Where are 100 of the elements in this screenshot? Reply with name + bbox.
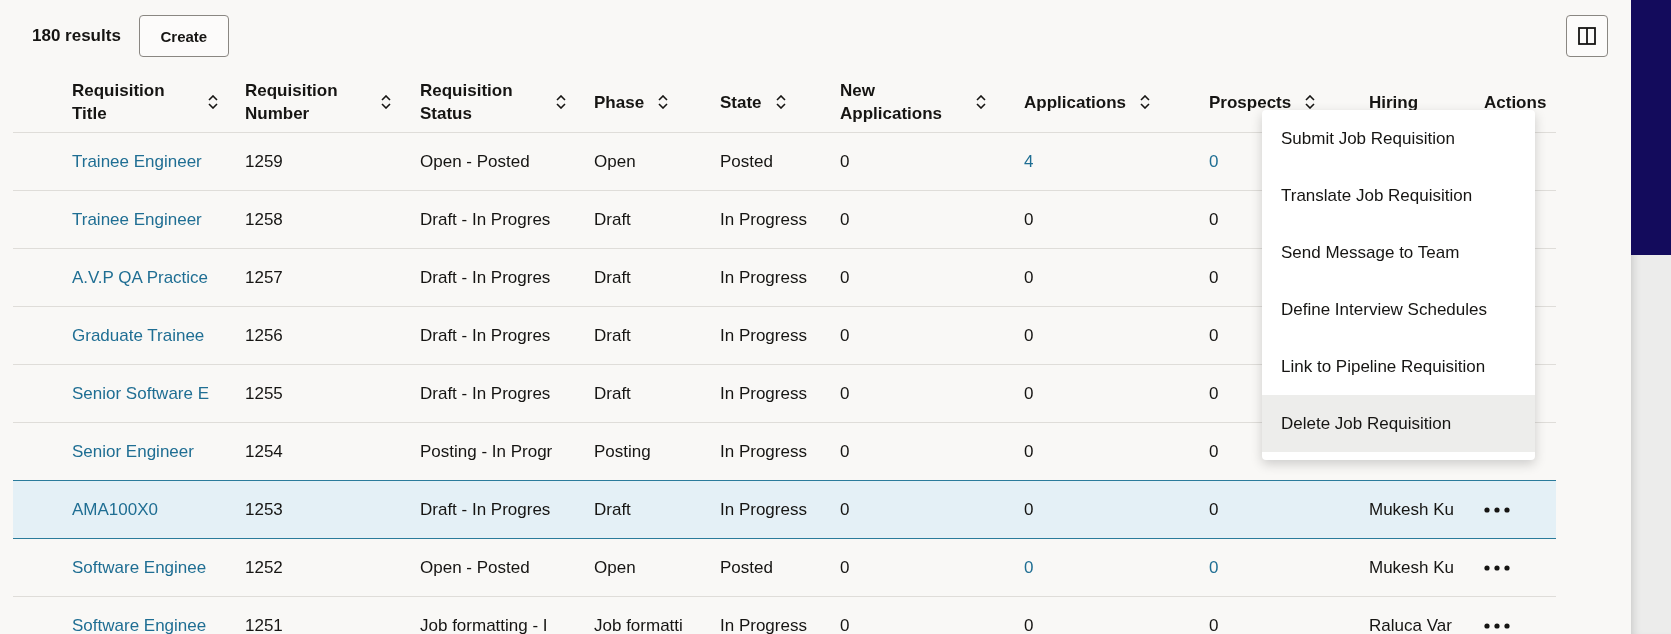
table-cell: 0 — [840, 267, 850, 288]
table-cell: 0 — [840, 557, 850, 578]
table-cell: 0 — [1024, 441, 1034, 462]
more-icon[interactable] — [1484, 622, 1510, 629]
table-cell: 0 — [1209, 499, 1219, 520]
table-row[interactable]: Software Enginee 1252 Open - Posted Open Posted 0 0 0 Mukesh Ku — [13, 539, 1556, 597]
table-cell: 0 — [1209, 383, 1219, 404]
table-cell: Open — [594, 151, 636, 172]
table-cell: Raluca Var — [1369, 615, 1452, 634]
table-cell: In Progress — [720, 499, 807, 520]
table-cell: 1259 — [245, 151, 283, 172]
table-cell: In Progress — [720, 325, 807, 346]
table-cell: Open - Posted — [420, 151, 530, 172]
column-header[interactable]: Requisition Number — [245, 79, 367, 125]
table-cell: 1255 — [245, 383, 283, 404]
table-cell: 0 — [1209, 615, 1219, 634]
sort-icon[interactable] — [1305, 95, 1316, 109]
table-cell: 0 — [1209, 325, 1219, 346]
table-cell: 0 — [1024, 383, 1034, 404]
requisition-title-link[interactable]: Trainee Engineer — [72, 209, 202, 230]
table-cell: Draft — [594, 383, 631, 404]
table-cell: Job formatti — [594, 615, 683, 634]
table-cell: 0 — [1024, 499, 1034, 520]
table-cell: Draft — [594, 499, 631, 520]
requisition-title-link[interactable]: Senior Software E — [72, 383, 209, 404]
columns-button[interactable] — [1566, 15, 1608, 57]
sort-icon[interactable] — [1140, 95, 1150, 109]
table-cell: 0 — [1209, 441, 1219, 462]
more-icon[interactable] — [1484, 564, 1510, 571]
split-panel-icon — [1578, 27, 1596, 45]
table-cell: 0 — [840, 151, 850, 172]
table-cell: Posted — [720, 557, 773, 578]
table-cell: Open - Posted — [420, 557, 530, 578]
requisition-title-link[interactable]: Software Enginee — [72, 615, 207, 634]
table-cell: Draft - In Progres — [420, 267, 551, 288]
table-cell: Job formatting - I — [420, 615, 548, 634]
requisition-title-link[interactable]: Software Enginee — [72, 557, 207, 578]
table-cell: Draft - In Progres — [420, 209, 551, 230]
column-header[interactable]: Phase — [594, 90, 645, 114]
table-cell: Draft - In Progres — [420, 325, 551, 346]
column-header[interactable]: State — [720, 90, 762, 114]
table-cell: Posting — [594, 441, 651, 462]
requisition-title-link[interactable]: Senior Engineer — [72, 441, 194, 462]
requisition-title-link[interactable]: A.V.P QA Practice — [72, 267, 209, 288]
table-cell: 1258 — [245, 209, 283, 230]
prospects-link[interactable]: 0 — [1209, 151, 1219, 172]
table-cell: In Progress — [720, 209, 807, 230]
table-cell: Draft — [594, 325, 631, 346]
table-cell: In Progress — [720, 267, 807, 288]
column-header[interactable]: Requisition Title — [72, 79, 194, 125]
sort-icon[interactable] — [658, 95, 669, 109]
table-cell: 1252 — [245, 557, 283, 578]
table-cell: Posted — [720, 151, 773, 172]
table-cell: 0 — [840, 383, 850, 404]
table-cell: Draft — [594, 267, 631, 288]
sort-icon[interactable] — [775, 95, 786, 109]
sort-icon[interactable] — [976, 95, 986, 109]
table-cell: 0 — [1024, 325, 1034, 346]
table-cell: 0 — [1209, 209, 1219, 230]
sort-icon[interactable] — [208, 95, 218, 109]
table-cell: 1256 — [245, 325, 283, 346]
selected-row[interactable]: AMA100X0 1253 Draft - In Progres Draft In Progress 0 0 0 Mukesh Ku — [13, 480, 1556, 539]
applications-link[interactable]: 4 — [1024, 151, 1034, 172]
create-button[interactable]: Create — [138, 15, 229, 57]
table-cell: 0 — [1024, 209, 1034, 230]
table-cell: 1253 — [245, 499, 283, 520]
table-row[interactable]: Software Enginee 1251 Job formatting - I Job formatti In Progress 0 0 0 Raluca Var — [13, 597, 1556, 634]
table-cell: In Progress — [720, 615, 807, 634]
table-cell: Mukesh Ku — [1369, 557, 1455, 578]
table-cell: 0 — [840, 615, 850, 634]
table-cell: 1251 — [245, 615, 283, 634]
table-cell: Draft - In Progres — [420, 499, 551, 520]
table-cell: Draft — [594, 209, 631, 230]
requisition-title-link[interactable]: AMA100X0 — [72, 499, 158, 520]
table-cell: 1254 — [245, 441, 283, 462]
requisition-title-link[interactable]: Trainee Engineer — [72, 151, 202, 172]
sort-icon[interactable] — [556, 95, 566, 109]
requisition-title-link[interactable]: Graduate Trainee — [72, 325, 205, 346]
column-header[interactable]: New Applications — [840, 79, 962, 125]
sort-icon[interactable] — [381, 95, 391, 109]
table-cell: 0 — [1024, 267, 1034, 288]
table-cell: 0 — [840, 325, 850, 346]
results-count: 180 results — [32, 26, 121, 46]
menu-item[interactable]: Delete Job Requisition — [1262, 395, 1535, 452]
table-cell: Open — [594, 557, 636, 578]
table-cell: In Progress — [720, 383, 807, 404]
table-cell: 0 — [840, 209, 850, 230]
table-cell: In Progress — [720, 441, 807, 462]
table-cell: 0 — [1024, 615, 1034, 634]
table-cell: 0 — [840, 441, 850, 462]
column-header[interactable]: Applications — [1024, 90, 1126, 114]
table-cell: Draft - In Progres — [420, 383, 551, 404]
column-header[interactable]: Requisition Status — [420, 79, 542, 125]
table-cell: 1257 — [245, 267, 283, 288]
applications-link[interactable]: 0 — [1024, 557, 1034, 578]
prospects-link[interactable]: 0 — [1209, 557, 1219, 578]
table-cell: 0 — [1209, 267, 1219, 288]
more-icon[interactable] — [1484, 506, 1510, 513]
table-cell: Posting - In Progr — [420, 441, 553, 462]
table-cell: Mukesh Ku — [1369, 499, 1455, 520]
